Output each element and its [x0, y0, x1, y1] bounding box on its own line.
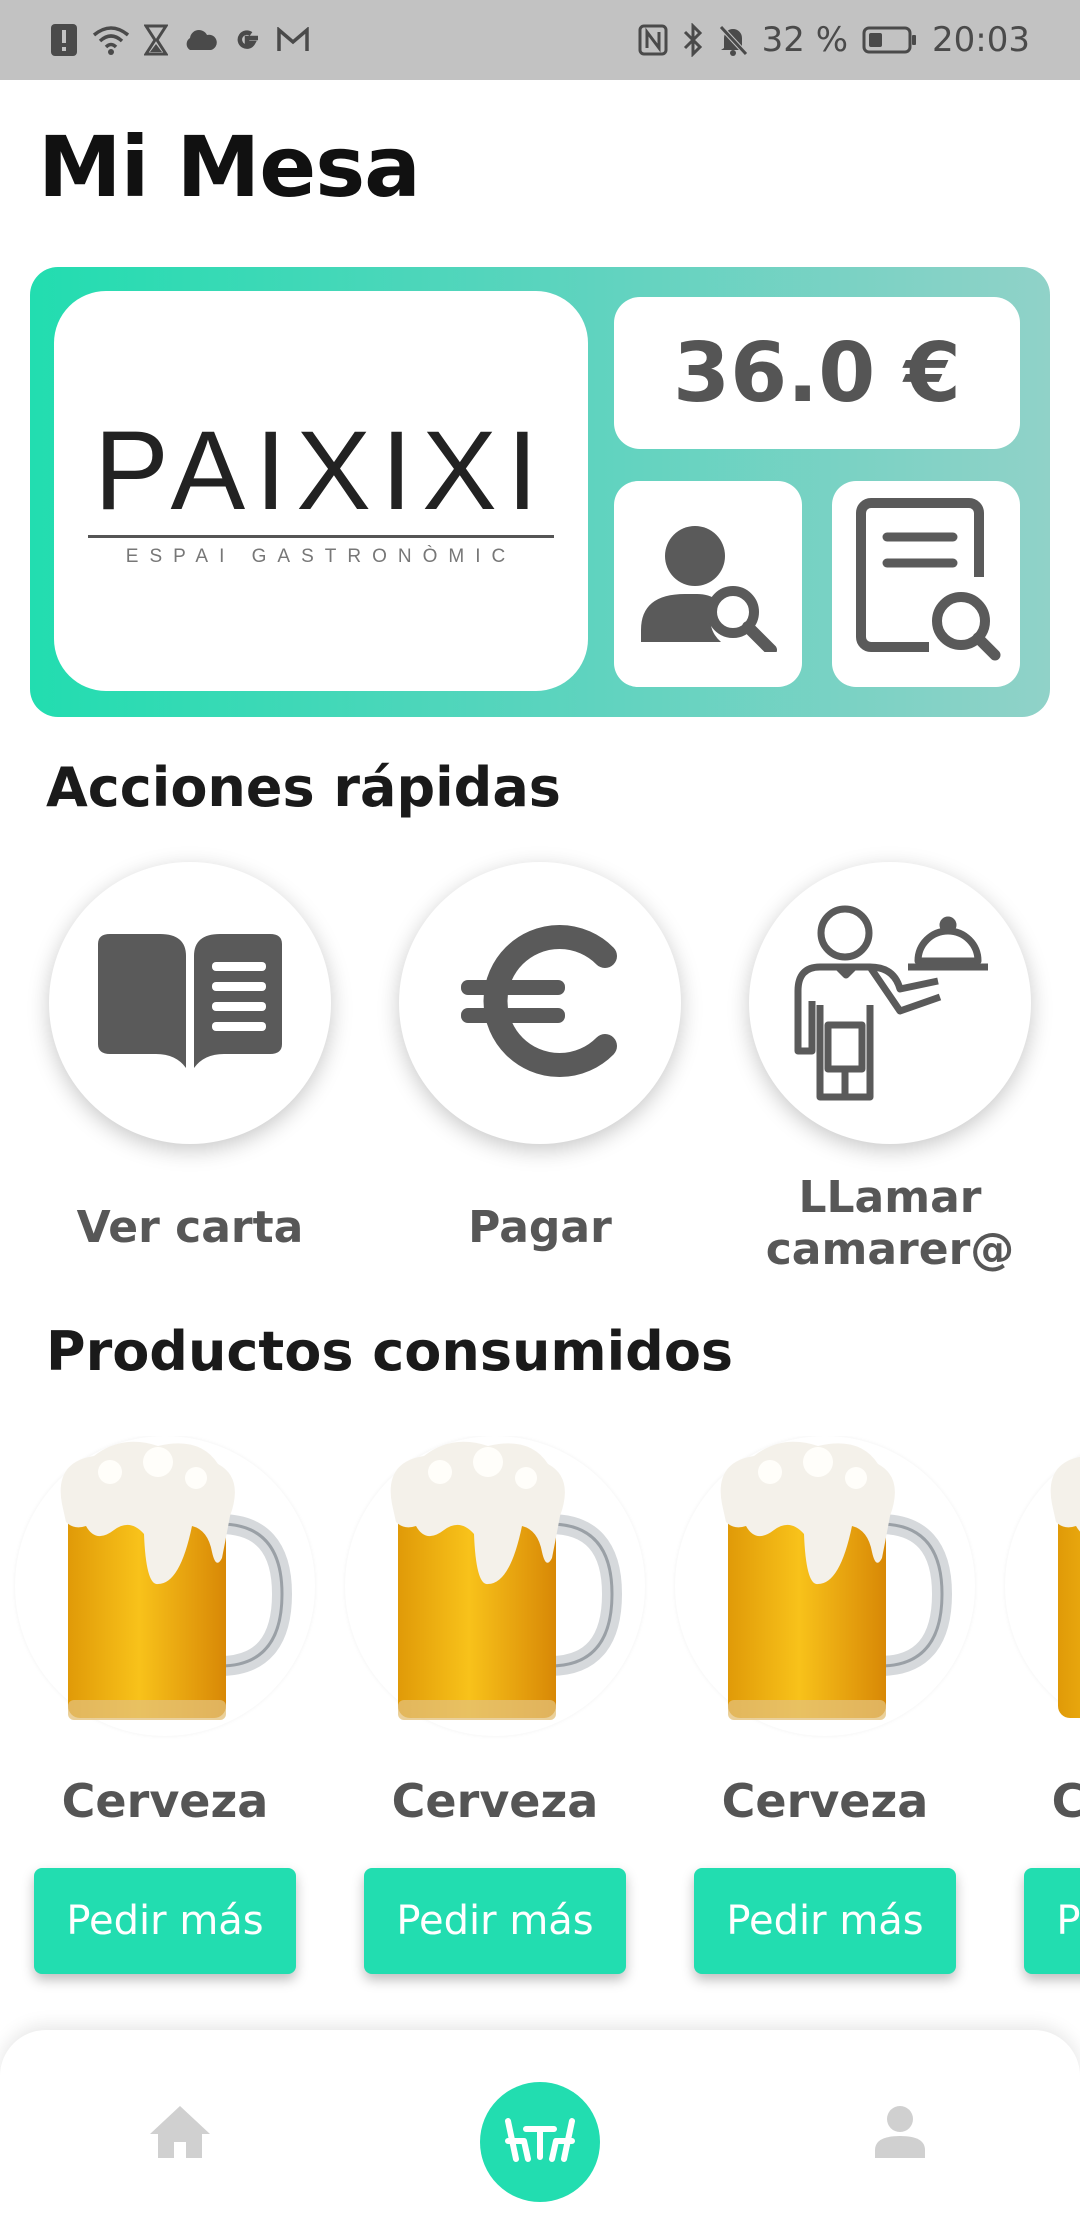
call-waiter-action[interactable]: LLamar camarer@: [748, 862, 1032, 1276]
home-icon: [148, 2104, 212, 2164]
pay-button[interactable]: [399, 862, 681, 1144]
product-name: Cerveza: [721, 1774, 929, 1828]
profile-icon: [872, 2104, 928, 2164]
product-image: [1005, 1436, 1080, 1736]
user-search-icon: [633, 512, 783, 656]
call-waiter-label: LLamar camarer@: [766, 1172, 1015, 1276]
order-more-button[interactable]: Pedir más: [34, 1868, 296, 1974]
restaurant-logo-name: PAIXIXI: [88, 414, 554, 538]
pay-label: Pagar: [468, 1202, 612, 1253]
product-card: Cerveza Pedir más: [675, 1436, 975, 1974]
alert-icon: [50, 20, 78, 60]
total-amount-value: 36.0 €: [673, 325, 961, 421]
consumed-products-title: Productos consumidos: [46, 1320, 734, 1383]
call-waiter-button[interactable]: [749, 862, 1031, 1144]
view-bill-button[interactable]: [832, 481, 1020, 687]
call-waiter-label-line1: LLamar: [798, 1172, 982, 1223]
call-waiter-label-line2: camarer@: [765, 1223, 1015, 1275]
view-diners-button[interactable]: [614, 481, 802, 687]
product-image: [675, 1436, 975, 1736]
menu-book-icon: [90, 926, 290, 1080]
consumed-products-list[interactable]: Cerveza Pedir más Cerveza Pedir más Cerv…: [0, 1436, 1080, 1996]
status-bar-left: [50, 20, 310, 60]
table-summary-card: PAIXIXI ESPAI GASTRONÒMIC 36.0 €: [30, 267, 1050, 717]
view-menu-action[interactable]: Ver carta: [48, 862, 332, 1254]
muted-bell-icon: [718, 20, 748, 60]
bluetooth-icon: [682, 20, 704, 60]
product-card: Cerveza Pedir más: [1005, 1436, 1080, 1974]
battery-percent: 32 %: [761, 20, 849, 60]
product-card: Cerveza Pedir más: [15, 1436, 315, 1974]
receipt-search-icon: [851, 497, 1001, 671]
cloud-icon: [182, 20, 218, 60]
product-name: Cerveza: [391, 1774, 599, 1828]
page-title: Mi Mesa: [38, 118, 421, 216]
beer-mug-icon: [690, 1436, 960, 1738]
google-icon: [232, 20, 262, 60]
product-name: Cerveza: [1051, 1774, 1080, 1828]
waiter-icon: [790, 901, 990, 1105]
quick-actions-title: Acciones rápidas: [46, 756, 561, 819]
table-icon: [502, 2117, 578, 2167]
nav-profile[interactable]: [860, 2094, 940, 2174]
screen: 32 % 20:03 Mi Mesa PAIXIXI ESPAI GASTRON…: [0, 0, 1080, 2240]
restaurant-logo-tagline: ESPAI GASTRONÒMIC: [125, 545, 517, 567]
bottom-navigation: [0, 2030, 1080, 2240]
euro-icon: [455, 916, 625, 1090]
product-name: Cerveza: [61, 1774, 269, 1828]
order-more-button[interactable]: Pedir más: [364, 1868, 626, 1974]
gmail-icon: [276, 20, 310, 60]
restaurant-logo: PAIXIXI ESPAI GASTRONÒMIC: [54, 291, 588, 691]
order-more-button[interactable]: Pedir más: [694, 1868, 956, 1974]
wifi-icon: [92, 20, 130, 60]
product-image: [345, 1436, 645, 1736]
beer-mug-icon: [30, 1436, 300, 1738]
order-more-button[interactable]: Pedir más: [1024, 1868, 1080, 1974]
beer-mug-icon: [1020, 1436, 1080, 1738]
status-bar-right: 32 % 20:03: [638, 20, 1030, 60]
beer-mug-icon: [360, 1436, 630, 1738]
nav-table[interactable]: [480, 2082, 600, 2202]
pay-action[interactable]: Pagar: [398, 862, 682, 1254]
battery-icon: [862, 20, 918, 60]
clock: 20:03: [932, 20, 1030, 60]
hourglass-icon: [144, 20, 168, 60]
status-bar: 32 % 20:03: [0, 0, 1080, 80]
view-menu-button[interactable]: [49, 862, 331, 1144]
product-image: [15, 1436, 315, 1736]
nfc-icon: [638, 20, 668, 60]
product-card: Cerveza Pedir más: [345, 1436, 645, 1974]
total-amount: 36.0 €: [614, 297, 1020, 449]
nav-home[interactable]: [140, 2094, 220, 2174]
view-menu-label: Ver carta: [76, 1202, 304, 1253]
